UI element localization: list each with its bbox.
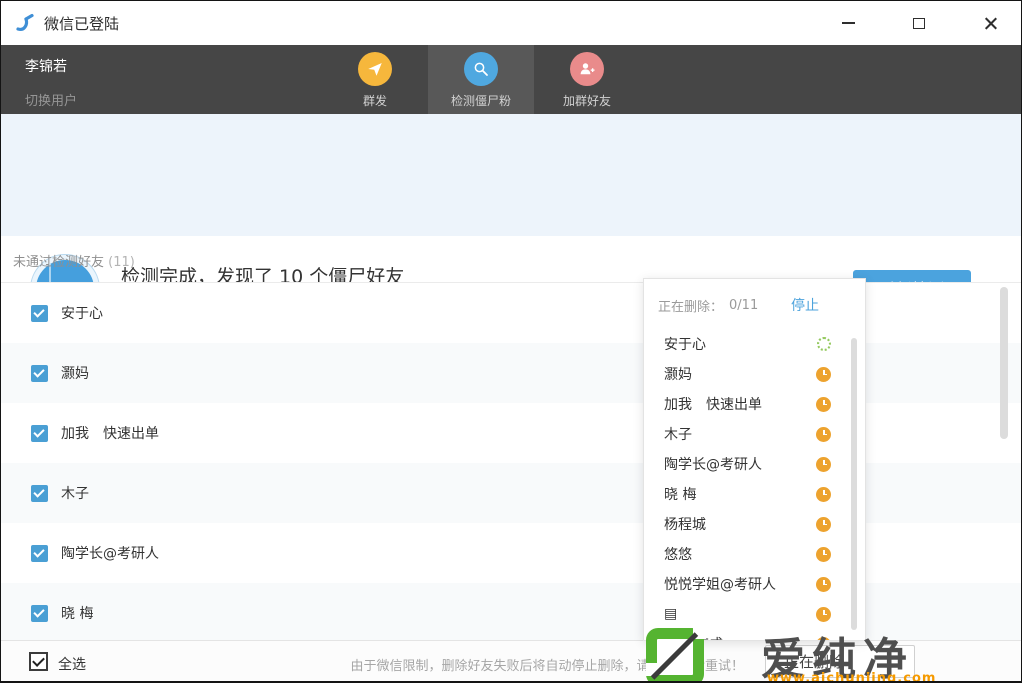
section-title: 未通过检测好友 (13, 255, 104, 270)
friend-row: 灏妈 (1, 343, 1021, 403)
popup-friend-name: ▤ (664, 606, 677, 622)
app-window: 微信已登陆 李锦若 切换用户 群发 检测僵尸粉 (0, 0, 1022, 683)
tab-label: 加群好友 (563, 92, 611, 109)
popup-row: 陶学长@考研人 (644, 449, 865, 479)
clock-icon (816, 547, 831, 562)
clock-icon (816, 397, 831, 412)
popup-friend-name: 悠悠 (664, 544, 692, 564)
clock-icon (816, 607, 831, 622)
select-all-label: 全选 (58, 654, 86, 674)
friend-row: 陶学长@考研人 (1, 523, 1021, 583)
tab-label: 检测僵尸粉 (451, 92, 511, 109)
popup-friend-name: 悦悦学姐@考研人 (664, 574, 776, 594)
popup-friend-name: 加我 快速出单 (664, 394, 762, 414)
clock-icon (816, 577, 831, 592)
tab-add-group-friends[interactable]: 加群好友 (534, 45, 640, 114)
popup-friend-name: 木子 (664, 424, 692, 444)
maximize-icon (913, 18, 925, 29)
clock-icon (816, 367, 831, 382)
friend-name: 陶学长@考研人 (61, 543, 159, 563)
spinner-icon (817, 337, 831, 351)
popup-row: 木子 (644, 419, 865, 449)
friend-checkbox[interactable] (31, 545, 48, 562)
friend-name: 安于心 (61, 303, 103, 323)
friend-name: 木子 (61, 483, 89, 503)
friend-name: 灏妈 (61, 363, 89, 383)
clock-icon (816, 487, 831, 502)
minimize-icon (842, 22, 855, 24)
friend-checkbox[interactable] (31, 425, 48, 442)
popup-friend-name: 晓 梅 (664, 484, 696, 504)
friend-row: 加我 快速出单 (1, 403, 1021, 463)
title-bar: 微信已登陆 (1, 1, 1021, 45)
magnifier-icon (464, 52, 498, 86)
logo-slash (651, 632, 698, 679)
header-bar: 李锦若 切换用户 群发 检测僵尸粉 (1, 45, 1021, 114)
popup-row: 杨程城 (644, 509, 865, 539)
minimize-button[interactable] (833, 9, 863, 37)
deleting-popup: 正在删除： 0/11 停止 安于心灏妈加我 快速出单木子陶学长@考研人晓 梅杨程… (643, 278, 866, 641)
app-logo-icon (15, 13, 35, 33)
section-label: 未通过检测好友 (11) (13, 251, 135, 270)
popup-row: 安于心 (644, 329, 865, 359)
popup-header: 正在删除： 0/11 停止 (644, 279, 865, 315)
tab-strip: 群发 检测僵尸粉 (322, 45, 640, 114)
popup-row: 悠悠 (644, 539, 865, 569)
paper-plane-icon (358, 52, 392, 86)
popup-friend-name: 杨程城 (664, 514, 706, 534)
deleting-progress: 0/11 (729, 298, 758, 313)
friend-list: 安于心灏妈加我 快速出单木子陶学长@考研人晓 梅 (1, 283, 1021, 643)
friend-name: 加我 快速出单 (61, 423, 159, 443)
maximize-button[interactable] (904, 9, 934, 37)
friend-row: 安于心 (1, 283, 1021, 343)
watermark-url: www.aichunjing.com (767, 671, 936, 683)
popup-row: 加我 快速出单 (644, 389, 865, 419)
person-add-icon (570, 52, 604, 86)
close-button[interactable] (975, 9, 1005, 37)
friend-row: 木子 (1, 463, 1021, 523)
popup-list: 安于心灏妈加我 快速出单木子陶学长@考研人晓 梅杨程城悠悠悦悦学姐@考研人▤事有… (644, 329, 865, 641)
aichunjing-logo-icon (646, 628, 704, 683)
tab-label: 群发 (363, 92, 387, 109)
tab-mass-send[interactable]: 群发 (322, 45, 428, 114)
friend-checkbox[interactable] (31, 485, 48, 502)
main-scrollbar-thumb[interactable] (1000, 287, 1008, 439)
tab-detect-zombies[interactable]: 检测僵尸粉 (428, 45, 534, 114)
friend-checkbox[interactable] (31, 305, 48, 322)
popup-row: 灏妈 (644, 359, 865, 389)
deleting-status-label: 正在删除： (658, 296, 723, 315)
section-count: (11) (108, 255, 135, 270)
friend-checkbox[interactable] (31, 365, 48, 382)
popup-friend-name: 灏妈 (664, 364, 692, 384)
watermark: 爱纯净 www.aichunjing.com (641, 625, 1022, 683)
clock-icon (816, 457, 831, 472)
clock-icon (816, 517, 831, 532)
result-banner: 检测完成，发现了 10 个僵尸好友 您可以在下边的列表中对这些僵尸好友进行相关操… (1, 114, 1021, 236)
current-user-name: 李锦若 (25, 56, 67, 76)
window-title: 微信已登陆 (44, 13, 119, 34)
friend-name: 晓 梅 (61, 603, 93, 623)
popup-row: 晓 梅 (644, 479, 865, 509)
popup-friend-name: 安于心 (664, 334, 706, 354)
friend-checkbox[interactable] (31, 605, 48, 622)
popup-scrollbar-thumb[interactable] (851, 338, 857, 630)
popup-row: 悦悦学姐@考研人 (644, 569, 865, 599)
popup-friend-name: 陶学长@考研人 (664, 454, 762, 474)
select-all-checkbox[interactable] (29, 652, 48, 671)
switch-user-link[interactable]: 切换用户 (25, 90, 77, 109)
close-icon (983, 16, 998, 31)
stop-link[interactable]: 停止 (791, 295, 819, 315)
clock-icon (816, 427, 831, 442)
